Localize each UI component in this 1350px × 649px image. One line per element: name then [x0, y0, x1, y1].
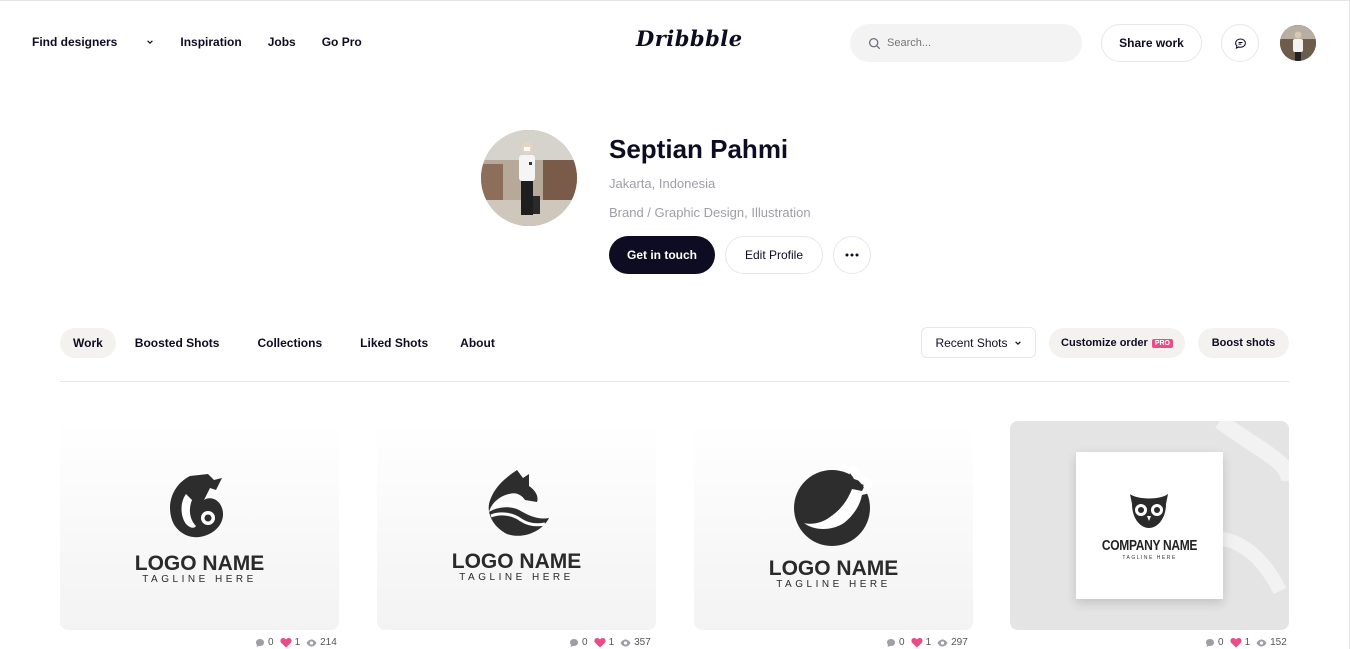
- shot-card[interactable]: LOGO NAME TAGLINE HERE: [377, 421, 656, 630]
- logo-name: LOGO NAME: [451, 550, 582, 573]
- tab-work[interactable]: Work: [60, 328, 116, 358]
- messages-button[interactable]: [1221, 24, 1259, 62]
- customize-order-button[interactable]: Customize order PRO: [1049, 328, 1185, 358]
- nav-inspiration[interactable]: Inspiration: [180, 35, 241, 49]
- view-count: 357: [634, 637, 651, 648]
- like-count: 1: [925, 637, 932, 648]
- shot-stats: 0 1 297: [886, 637, 968, 648]
- nav-find-designers[interactable]: Find designers: [32, 35, 154, 49]
- heart-icon[interactable]: [594, 637, 606, 648]
- tab-boosted-shots[interactable]: Boosted Shots: [122, 328, 233, 358]
- logo-tagline: TAGLINE HERE: [142, 574, 257, 585]
- logo-tagline: TAGLINE HERE: [459, 572, 574, 583]
- profile-location: Jakarta, Indonesia: [609, 176, 716, 191]
- eye-icon: [620, 639, 631, 646]
- logo-tagline: TAGLINE HERE: [776, 579, 891, 590]
- eye-icon: [937, 639, 948, 646]
- dribbble-logo[interactable]: Dribbble: [636, 26, 743, 51]
- company-tagline: TAGLINE HERE: [1122, 555, 1177, 561]
- tab-liked-shots[interactable]: Liked Shots: [347, 328, 441, 358]
- chevron-down-icon: [147, 40, 154, 45]
- search-bar[interactable]: [850, 24, 1082, 62]
- sort-dropdown[interactable]: Recent Shots: [921, 327, 1036, 358]
- like-count: 1: [294, 637, 301, 648]
- like-count: 1: [1244, 637, 1251, 648]
- logo-name: LOGO NAME: [134, 552, 265, 575]
- fox-circle-logo-icon: [794, 465, 872, 546]
- comment-count: 0: [1218, 637, 1224, 648]
- logo-name: LOGO NAME: [768, 557, 899, 580]
- nav-find-designers-label: Find designers: [32, 35, 118, 49]
- profile-skills: Brand / Graphic Design, Illustration: [609, 205, 811, 220]
- shot-card[interactable]: LOGO NAME TAGLINE HERE: [694, 421, 973, 630]
- user-avatar[interactable]: [1280, 25, 1316, 61]
- more-options-button[interactable]: [833, 236, 871, 274]
- shot-stats: 0 1 152: [1205, 637, 1287, 648]
- owl-logo-icon: [1130, 494, 1168, 528]
- divider: [60, 381, 1289, 382]
- profile-avatar[interactable]: [481, 130, 577, 226]
- tab-collections[interactable]: Collections: [244, 328, 335, 358]
- logo-mockup-card: COMPANY NAME TAGLINE HERE: [1076, 452, 1223, 599]
- shot-stats: 0 1 214: [255, 637, 337, 648]
- eye-icon: [306, 639, 317, 646]
- search-icon: [868, 37, 881, 49]
- eye-icon: [1256, 639, 1267, 646]
- view-count: 152: [1270, 637, 1287, 648]
- nav-jobs[interactable]: Jobs: [268, 35, 296, 49]
- like-count: 1: [608, 637, 615, 648]
- fox-logo-icon: [488, 470, 549, 536]
- tab-about[interactable]: About: [447, 328, 508, 358]
- more-dots-icon: [845, 253, 859, 257]
- comment-count: 0: [899, 637, 905, 648]
- nav-go-pro[interactable]: Go Pro: [322, 35, 362, 49]
- shot-card[interactable]: COMPANY NAME TAGLINE HERE: [1010, 421, 1289, 630]
- comment-icon: [256, 638, 264, 647]
- comment-icon: [1206, 638, 1214, 647]
- share-work-button[interactable]: Share work: [1101, 24, 1202, 62]
- edit-profile-button[interactable]: Edit Profile: [725, 236, 823, 274]
- shot-stats: 0 1 357: [569, 637, 651, 648]
- avatar-photo: [1280, 25, 1316, 61]
- profile-photo: [481, 130, 577, 226]
- profile-tabs: Work Boosted Shots Collections Liked Sho…: [60, 328, 514, 358]
- chevron-down-icon: [1014, 340, 1021, 345]
- pro-badge: PRO: [1151, 338, 1173, 348]
- main-nav: Find designers Inspiration Jobs Go Pro: [32, 35, 388, 49]
- message-icon: [1234, 38, 1246, 49]
- comment-count: 0: [268, 637, 274, 648]
- sort-label: Recent Shots: [935, 335, 1008, 350]
- get-in-touch-button[interactable]: Get in touch: [609, 236, 715, 274]
- squirrel-logo-icon: [170, 474, 224, 538]
- view-count: 297: [951, 637, 968, 648]
- heart-icon[interactable]: [280, 637, 292, 648]
- heart-icon[interactable]: [1230, 637, 1242, 648]
- company-name: COMPANY NAME: [1101, 536, 1198, 554]
- customize-order-label: Customize order: [1061, 337, 1148, 349]
- view-count: 214: [320, 637, 337, 648]
- heart-icon[interactable]: [911, 637, 923, 648]
- shot-card[interactable]: LOGO NAME TAGLINE HERE: [60, 421, 339, 630]
- comment-count: 0: [582, 637, 588, 648]
- boost-shots-button[interactable]: Boost shots: [1198, 328, 1289, 358]
- comment-icon: [570, 638, 578, 647]
- search-input[interactable]: [887, 37, 1057, 49]
- profile-name: Septian Pahmi: [609, 134, 789, 164]
- comment-icon: [887, 638, 895, 647]
